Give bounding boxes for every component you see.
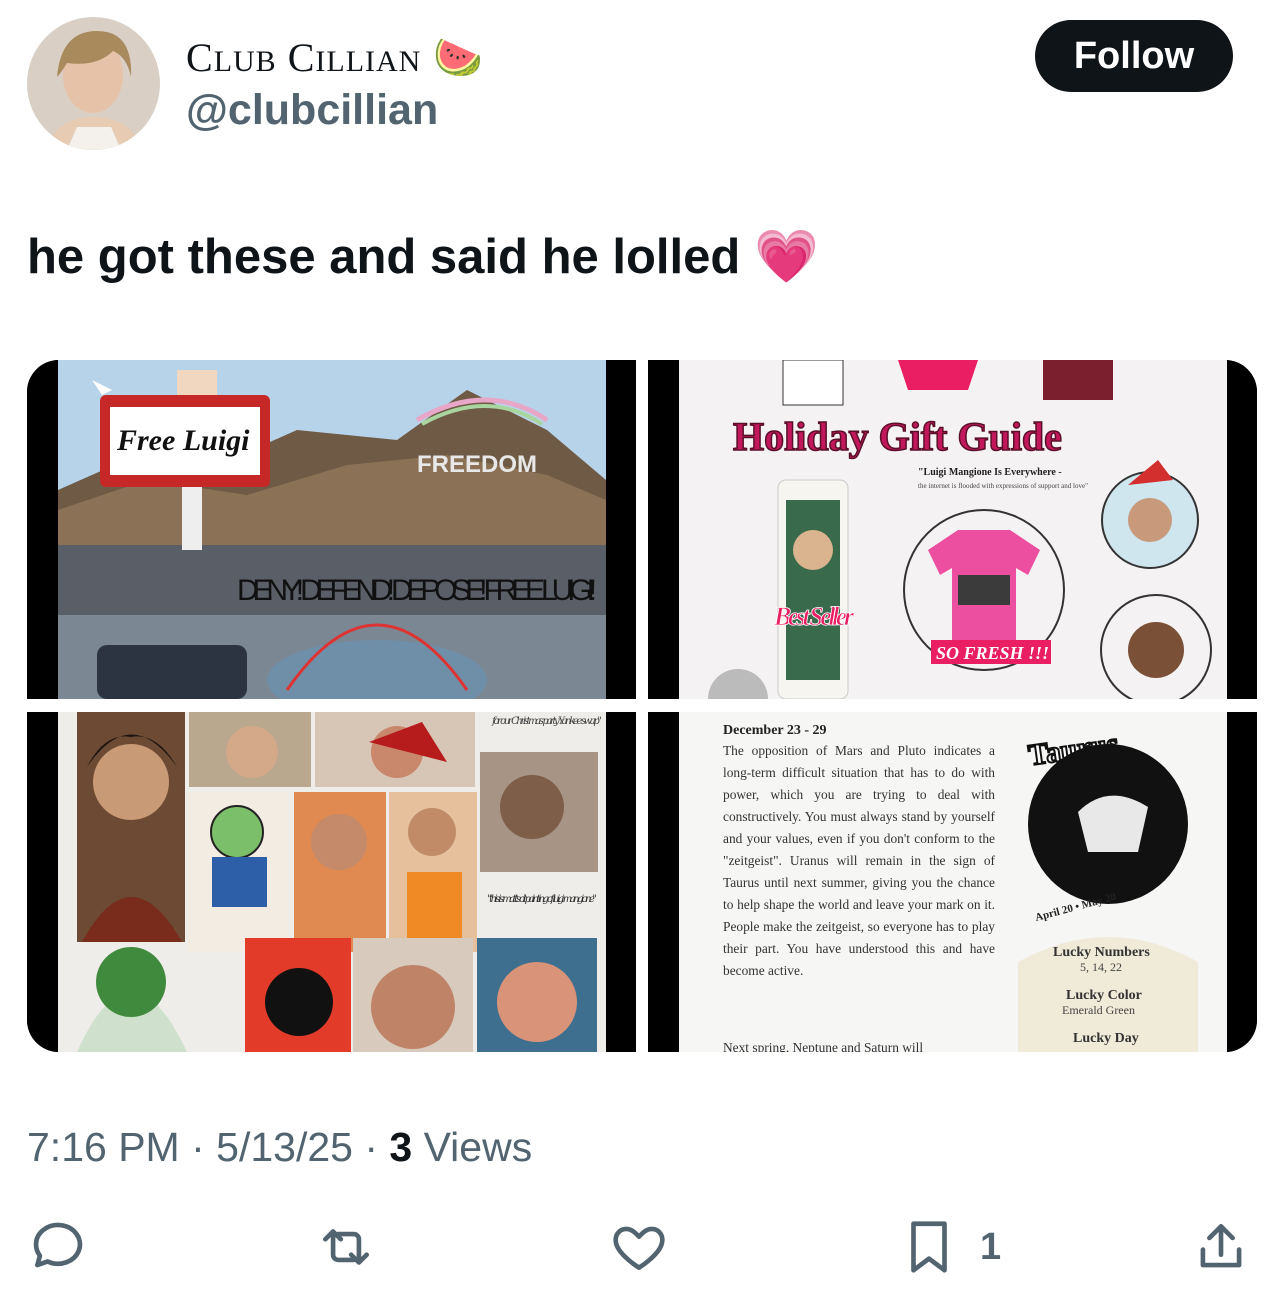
tweet-meta: 7:16 PM · 5/13/25 · 3 Views — [27, 1124, 533, 1170]
svg-text:Lucky Numbers: Lucky Numbers — [1053, 945, 1150, 960]
tweet-text: he got these and said he lolled 💗 — [27, 228, 820, 286]
views-count: 3 — [389, 1124, 413, 1170]
media-image-horoscope[interactable]: December 23 - 29 The opposition of Mars … — [648, 712, 1257, 1052]
avatar[interactable] — [27, 17, 160, 150]
media-image-gift-guide[interactable]: Holiday Gift Guide "Luigi Mangione Is Ev… — [648, 360, 1257, 699]
like-icon — [613, 1226, 665, 1270]
share-button[interactable] — [1190, 1216, 1252, 1278]
gift-guide-title: Holiday Gift Guide — [733, 414, 1062, 459]
svg-text:"this is matt's oil painting o: "this is matt's oil painting of luigi ma… — [487, 894, 597, 905]
so-fresh-label: SO FRESH !!! — [936, 643, 1049, 663]
svg-text:Emerald Green: Emerald Green — [1062, 1003, 1135, 1017]
reply-button[interactable] — [27, 1216, 89, 1278]
follow-button[interactable]: Follow — [1035, 20, 1233, 92]
best-seller-label: Best Seller — [773, 602, 855, 631]
free-luigi-sign: Free Luigi — [116, 424, 250, 457]
svg-text:Lucky Day: Lucky Day — [1073, 1031, 1139, 1046]
watermelon-emoji: 🍉 — [433, 35, 485, 80]
pink-heart-emoji: 💗 — [754, 228, 820, 286]
svg-text:Next spring, Neptune and Satur: Next spring, Neptune and Saturn will — [723, 1040, 923, 1052]
user-handle[interactable]: @clubcillian — [186, 86, 438, 135]
media-grid[interactable]: FREEDOM DENY! DEFEND! DEPOSE! FREE LUIGI… — [27, 360, 1257, 1052]
tweet-date[interactable]: 5/13/25 — [216, 1124, 353, 1170]
svg-text:Lucky Color: Lucky Color — [1066, 988, 1142, 1003]
retweet-button[interactable] — [315, 1216, 377, 1278]
freedom-text: FREEDOM — [417, 451, 537, 478]
svg-text:5, 14, 22: 5, 14, 22 — [1080, 960, 1122, 974]
bookmark-icon — [911, 1221, 947, 1273]
svg-text:for our Christmas party Yankee: for our Christmas party Yankee swap" — [491, 716, 602, 727]
media-image-free-luigi[interactable]: FREEDOM DENY! DEFEND! DEPOSE! FREE LUIGI… — [27, 360, 636, 699]
bookmark-count: 1 — [980, 1225, 1002, 1268]
views-label: Views — [412, 1124, 533, 1170]
bookmark-button[interactable]: 1 — [898, 1216, 1001, 1278]
tweet-time[interactable]: 7:16 PM — [27, 1124, 180, 1170]
action-bar: 1 — [0, 1216, 1284, 1286]
like-button[interactable] — [608, 1216, 670, 1278]
horoscope-date: December 23 - 29 — [723, 723, 827, 738]
svg-text:the internet is flooded with e: the internet is flooded with expressions… — [918, 482, 1088, 490]
horoscope-body: The opposition of Mars and Pluto indicat… — [723, 743, 995, 978]
reply-icon — [33, 1222, 83, 1268]
banner-text: DENY! DEFEND! DEPOSE! FREE LUIGI! — [237, 574, 597, 607]
display-name[interactable]: Club Cillian 🍉 — [186, 34, 484, 81]
svg-text:"Luigi Mangione Is Everywhere: "Luigi Mangione Is Everywhere - — [918, 467, 1062, 478]
media-image-portrait-collage[interactable]: for our Christmas party Yankee swap" "th… — [27, 712, 636, 1052]
share-icon — [1200, 1224, 1242, 1268]
retweet-icon — [323, 1229, 369, 1265]
